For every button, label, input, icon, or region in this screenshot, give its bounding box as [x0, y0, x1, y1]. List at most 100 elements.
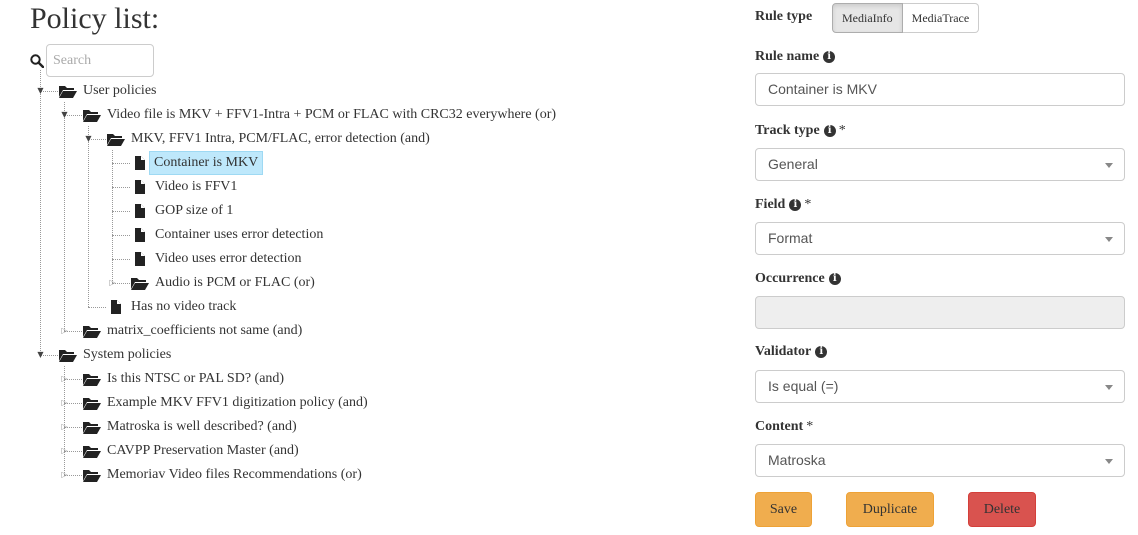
info-icon[interactable]: i — [823, 51, 836, 63]
expand-toggle-icon[interactable]: ▷ — [60, 326, 69, 335]
file-icon — [135, 180, 145, 194]
expand-toggle-icon[interactable]: ▷ — [60, 374, 69, 383]
tree-node-system-policies[interactable]: System policies — [58, 344, 172, 366]
folder-open-icon — [83, 374, 101, 386]
tree-node-label: Audio is PCM or FLAC (or) — [155, 275, 315, 290]
track-type-value: General — [768, 156, 818, 172]
tree-node-label: CAVPP Preservation Master (and) — [107, 443, 299, 458]
expand-toggle-icon[interactable]: ▷ — [60, 470, 69, 479]
track-type-label: Track type i * — [755, 123, 846, 139]
tree-node-label: User policies — [83, 83, 157, 98]
caret-down-icon — [1105, 459, 1113, 464]
rule-name-label-text: Rule name — [755, 49, 820, 64]
tree-node-label: Matroska is well described? (and) — [107, 419, 297, 434]
tree-node-rule[interactable]: Has no video track — [106, 296, 237, 318]
folder-open-icon — [83, 110, 101, 122]
content-select[interactable]: Matroska — [755, 444, 1125, 477]
file-icon — [135, 156, 145, 170]
tree-node-rule[interactable]: GOP size of 1 — [130, 200, 234, 222]
info-icon[interactable]: i — [815, 346, 828, 358]
expand-toggle-icon[interactable]: ▷ — [60, 422, 69, 431]
tree-node-rule[interactable]: Container uses error detection — [130, 224, 324, 246]
tree-node-policy[interactable]: Memoriav Video files Recommendations (or… — [82, 464, 363, 486]
folder-open-icon — [107, 134, 125, 146]
tree-node-policy[interactable]: Audio is PCM or FLAC (or) — [130, 272, 316, 294]
occurrence-input — [755, 296, 1125, 329]
tree-node-policy[interactable]: Is this NTSC or PAL SD? (and) — [82, 368, 285, 390]
tree-node-label: Example MKV FFV1 digitization policy (an… — [107, 395, 368, 410]
field-select[interactable]: Format — [755, 222, 1125, 255]
expand-toggle-icon[interactable]: ▷ — [60, 398, 69, 407]
file-icon — [135, 204, 145, 218]
tree-node-policy[interactable]: matrix_coefficients not same (and) — [82, 320, 303, 342]
validator-select[interactable]: Is equal (=) — [755, 370, 1125, 403]
rule-type-toggle: MediaInfo MediaTrace — [832, 3, 980, 33]
folder-open-icon — [83, 446, 101, 458]
rule-type-mediainfo-button[interactable]: MediaInfo — [832, 3, 903, 33]
tree-node-label: Video uses error detection — [155, 251, 302, 266]
caret-down-icon — [1105, 163, 1113, 168]
track-type-select[interactable]: General — [755, 148, 1125, 181]
occurrence-label: Occurrence i — [755, 271, 841, 287]
tree-node-label: Video file is MKV + FFV1-Intra + PCM or … — [107, 107, 557, 122]
collapse-toggle-icon[interactable]: ▼ — [60, 110, 69, 119]
rule-type-mediatrace-button[interactable]: MediaTrace — [902, 3, 980, 33]
track-type-label-text: Track type — [755, 123, 820, 138]
folder-open-icon — [59, 86, 77, 98]
content-label-text: Content — [755, 419, 804, 434]
folder-open-icon — [83, 470, 101, 482]
caret-down-icon — [1105, 237, 1113, 242]
field-label: Field i * — [755, 197, 811, 213]
content-value: Matroska — [768, 452, 826, 468]
expand-toggle-icon[interactable]: ▷ — [60, 446, 69, 455]
info-icon[interactable]: i — [828, 273, 841, 285]
delete-button[interactable]: Delete — [968, 492, 1036, 527]
tree-node-label: Is this NTSC or PAL SD? (and) — [107, 371, 285, 386]
tree-node-rule[interactable]: Video uses error detection — [130, 248, 303, 270]
tree-node-rule[interactable]: Video is FFV1 — [130, 176, 238, 198]
tree-node-label: System policies — [83, 347, 172, 362]
collapse-toggle-icon[interactable]: ▼ — [36, 86, 45, 95]
tree-node-policy[interactable]: CAVPP Preservation Master (and) — [82, 440, 300, 462]
tree-node-user-policies[interactable]: User policies — [58, 80, 157, 102]
tree-node-label: Container uses error detection — [155, 227, 324, 242]
validator-label-text: Validator — [755, 344, 812, 359]
file-icon — [111, 300, 121, 314]
tree-node-policy[interactable]: Video file is MKV + FFV1-Intra + PCM or … — [82, 104, 557, 126]
tree-node-label: MKV, FFV1 Intra, PCM/FLAC, error detecti… — [131, 131, 430, 146]
file-icon — [135, 252, 145, 266]
rule-type-label: Rule type — [755, 9, 812, 25]
tree-node-label: Video is FFV1 — [155, 179, 238, 194]
tree-node-policy[interactable]: MKV, FFV1 Intra, PCM/FLAC, error detecti… — [106, 128, 431, 150]
expand-toggle-icon[interactable]: ▷ — [108, 278, 117, 287]
file-icon — [135, 228, 145, 242]
folder-open-icon — [83, 422, 101, 434]
folder-open-icon — [131, 278, 149, 290]
collapse-toggle-icon[interactable]: ▼ — [84, 134, 93, 143]
info-icon[interactable]: i — [789, 199, 802, 211]
rule-name-value: Container is MKV — [768, 81, 877, 97]
tree-node-label: Has no video track — [131, 299, 237, 314]
content-label: Content * — [755, 419, 813, 435]
tree-node-label: matrix_coefficients not same (and) — [107, 323, 303, 338]
validator-value: Is equal (=) — [768, 378, 839, 394]
collapse-toggle-icon[interactable]: ▼ — [36, 350, 45, 359]
policy-tree: ▼ ▼ ▼ ▷ ▷ ▼ ▷ ▷ ▷ ▷ ▷ User policies Vide… — [0, 0, 680, 535]
field-value: Format — [768, 230, 813, 246]
required-mark: * — [838, 123, 846, 138]
tree-node-rule[interactable]: Container is MKV — [130, 151, 264, 175]
info-icon[interactable]: i — [823, 125, 836, 137]
tree-node-policy[interactable]: Matroska is well described? (and) — [82, 416, 298, 438]
tree-node-label: Container is MKV — [149, 151, 264, 175]
validator-label: Validator i — [755, 344, 828, 360]
rule-name-label: Rule name i — [755, 49, 836, 65]
folder-open-icon — [83, 398, 101, 410]
tree-node-policy[interactable]: Example MKV FFV1 digitization policy (an… — [82, 392, 369, 414]
folder-open-icon — [83, 326, 101, 338]
save-button[interactable]: Save — [755, 492, 812, 527]
rule-name-input[interactable]: Container is MKV — [755, 73, 1125, 106]
duplicate-button[interactable]: Duplicate — [846, 492, 934, 527]
required-mark: * — [804, 197, 812, 212]
rule-type-label-text: Rule type — [755, 9, 813, 24]
tree-node-label: Memoriav Video files Recommendations (or… — [107, 467, 362, 482]
